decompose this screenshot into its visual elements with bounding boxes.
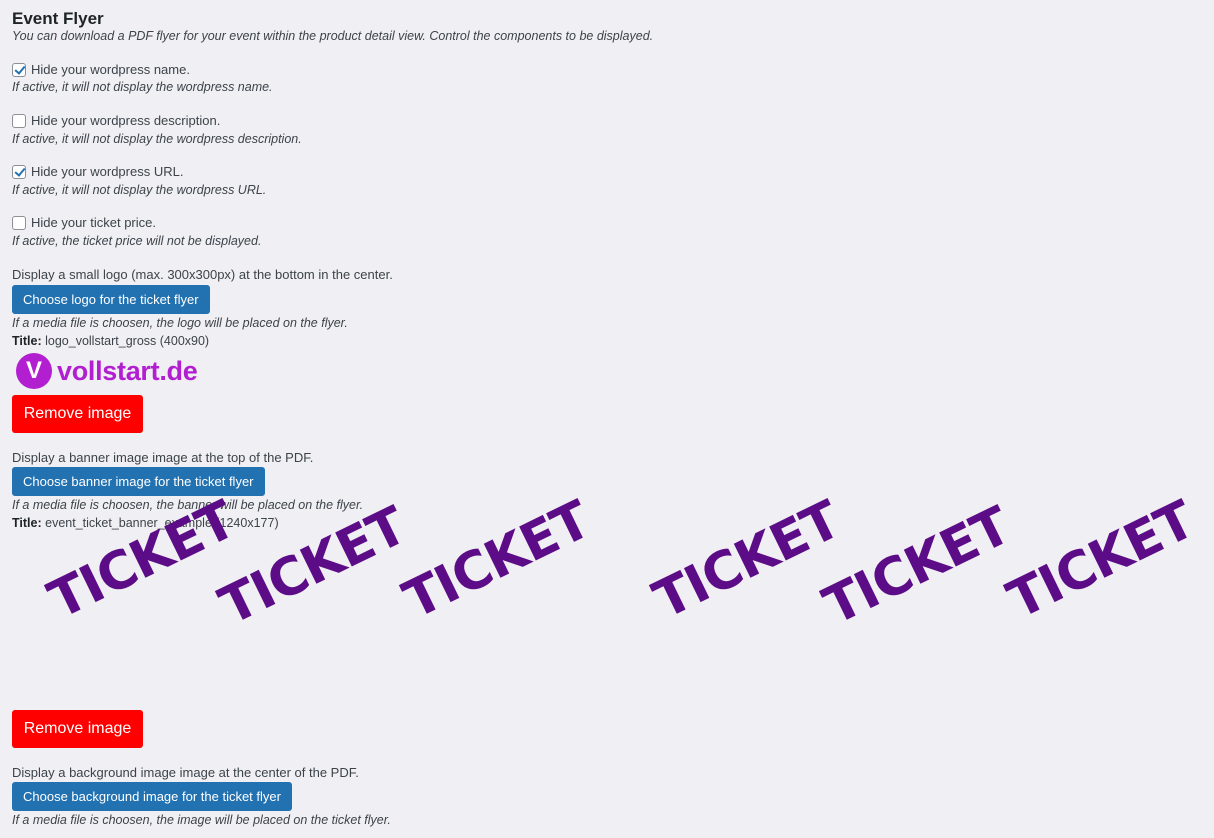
logo-wordmark: vollstart.de xyxy=(57,355,198,386)
section-description: You can download a PDF flyer for your ev… xyxy=(12,29,654,43)
option-hide-name[interactable]: Hide your wordpress name. xyxy=(12,62,190,77)
choose-logo-button[interactable]: Choose logo for the ticket flyer xyxy=(12,285,210,314)
logo-intro: Display a small logo (max. 300x300px) at… xyxy=(12,267,393,282)
background-help: If a media file is choosen, the image wi… xyxy=(12,813,391,827)
logo-v-icon: V xyxy=(16,353,52,389)
hide-price-label: Hide your ticket price. xyxy=(31,215,156,230)
section-title: Event Flyer xyxy=(12,9,104,28)
banner-ticket-word: TICKET xyxy=(998,490,1204,631)
hide-url-label: Hide your wordpress URL. xyxy=(31,164,184,179)
hide-description-checkbox[interactable] xyxy=(12,113,26,128)
remove-logo-button[interactable]: Remove image xyxy=(12,395,143,433)
remove-banner-button[interactable]: Remove image xyxy=(12,710,143,748)
hide-description-help: If active, it will not display the wordp… xyxy=(12,132,302,146)
hide-name-label: Hide your wordpress name. xyxy=(31,62,190,77)
logo-title-label: Title: xyxy=(12,334,42,348)
hide-description-label: Hide your wordpress description. xyxy=(31,113,221,128)
banner-ticket-word: TICKET xyxy=(394,490,600,631)
background-intro: Display a background image image at the … xyxy=(12,765,359,780)
logo-title-value: logo_vollstart_gross (400x90) xyxy=(41,334,210,348)
option-hide-price[interactable]: Hide your ticket price. xyxy=(12,215,156,230)
hide-price-help: If active, the ticket price will not be … xyxy=(12,234,262,248)
banner-preview-image: TICKET TICKET TICKET TICKET TICKET TICKE… xyxy=(0,490,1214,705)
logo-preview-image: V vollstart.de xyxy=(16,353,198,389)
banner-ticket-word: TICKET xyxy=(814,496,1020,637)
hide-name-help: If active, it will not display the wordp… xyxy=(12,80,273,94)
choose-banner-button[interactable]: Choose banner image for the ticket flyer xyxy=(12,467,265,496)
logo-title-line: Title: logo_vollstart_gross (400x90) xyxy=(12,334,209,348)
logo-help: If a media file is choosen, the logo wil… xyxy=(12,316,348,330)
banner-intro: Display a banner image image at the top … xyxy=(12,450,314,465)
choose-background-button[interactable]: Choose background image for the ticket f… xyxy=(12,782,292,811)
hide-name-checkbox[interactable] xyxy=(12,62,26,77)
banner-ticket-word: TICKET xyxy=(644,490,850,631)
hide-url-checkbox[interactable] xyxy=(12,164,26,179)
hide-price-checkbox[interactable] xyxy=(12,215,26,230)
banner-title-label: Title: xyxy=(12,516,42,530)
hide-url-help: If active, it will not display the wordp… xyxy=(12,183,267,197)
option-hide-url[interactable]: Hide your wordpress URL. xyxy=(12,164,183,179)
option-hide-description[interactable]: Hide your wordpress description. xyxy=(12,113,220,128)
